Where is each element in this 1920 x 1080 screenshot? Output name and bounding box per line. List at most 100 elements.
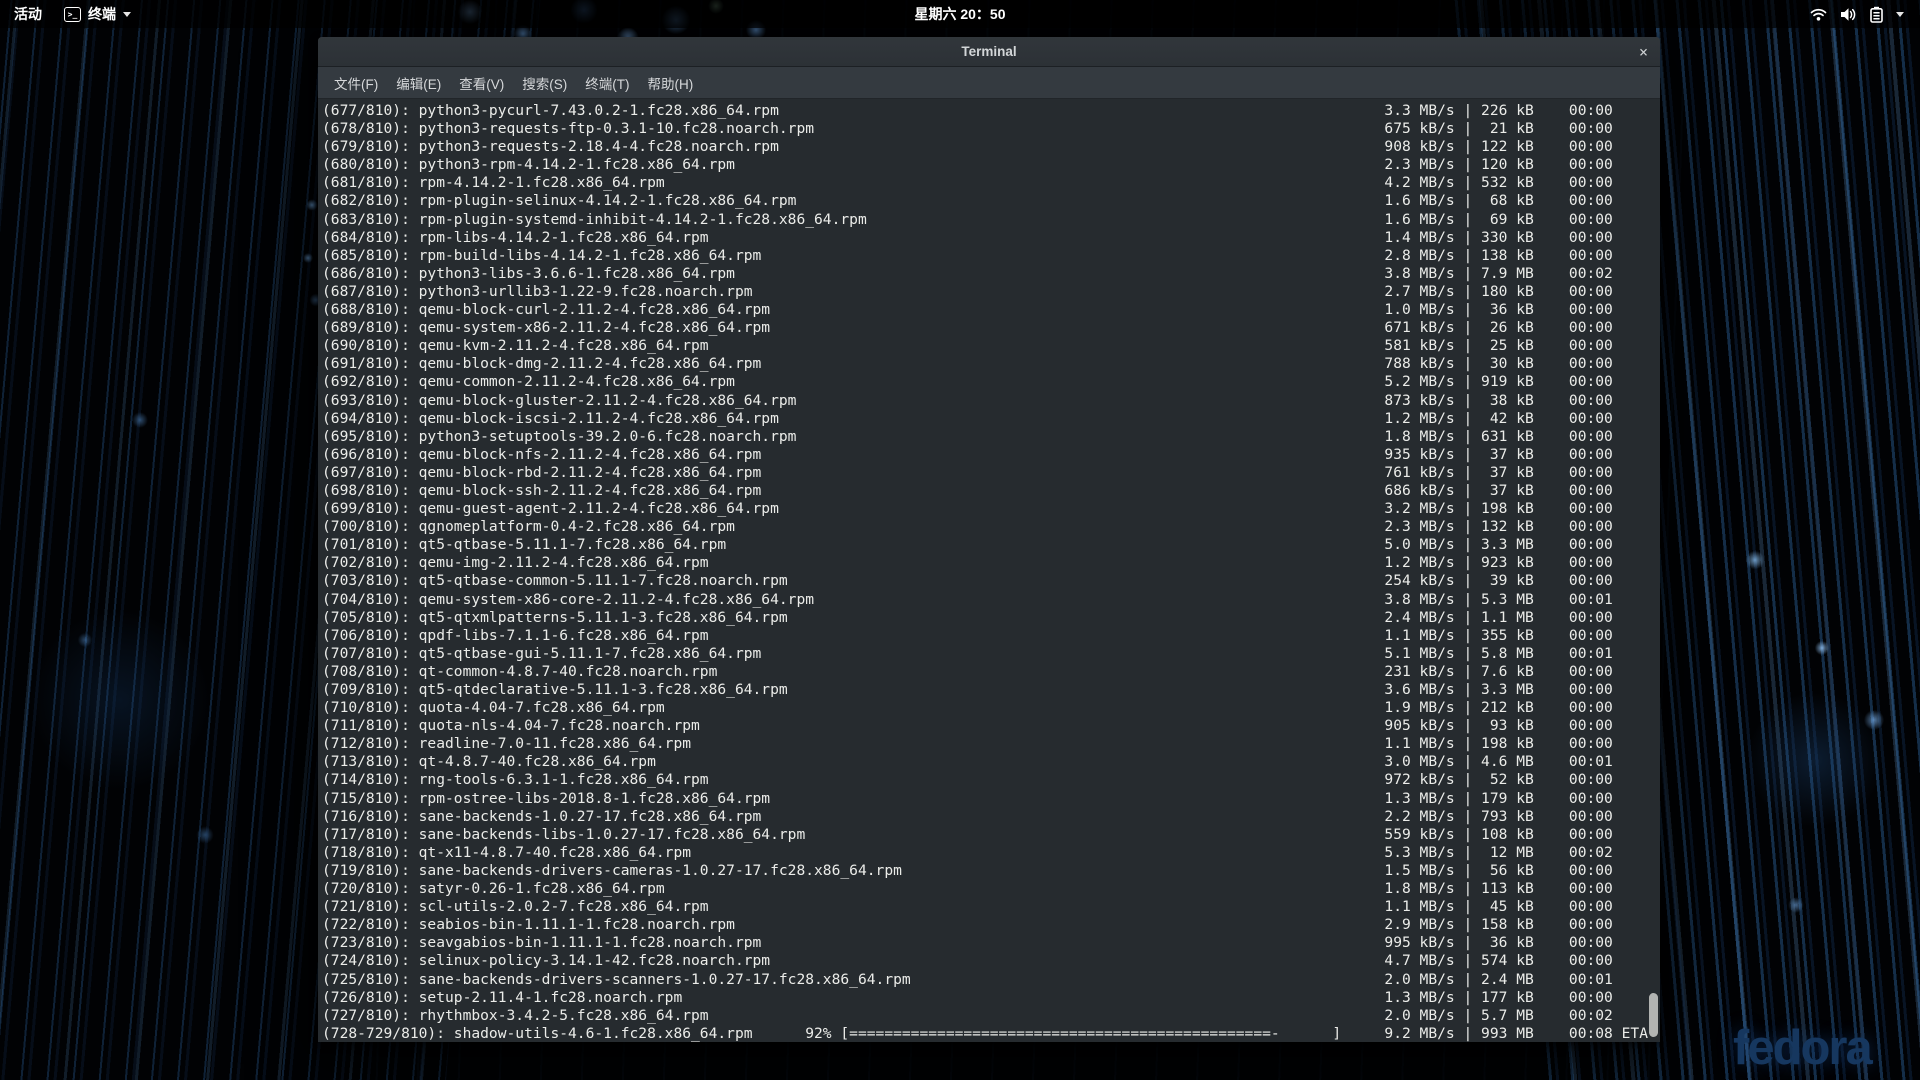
- row-package-text: (725/810): sane-backends-drivers-scanner…: [322, 971, 1384, 989]
- system-status-area[interactable]: [1810, 6, 1920, 23]
- row-package-text: (714/810): rng-tools-6.3.1-1.fc28.x86_64…: [322, 771, 1384, 789]
- menu-file[interactable]: 文件(F): [325, 67, 387, 98]
- terminal-row: (686/810): python3-libs-3.6.6-1.fc28.x86…: [322, 265, 1660, 283]
- row-package-text: (720/810): satyr-0.26-1.fc28.x86_64.rpm: [322, 880, 1384, 898]
- row-stats: 761 kB/s | 37 kB 00:00: [1384, 464, 1660, 482]
- menu-edit[interactable]: 编辑(E): [387, 67, 450, 98]
- terminal-row: (698/810): qemu-block-ssh-2.11.2-4.fc28.…: [322, 482, 1660, 500]
- terminal-row: (716/810): sane-backends-1.0.27-17.fc28.…: [322, 808, 1660, 826]
- terminal-row: (680/810): python3-rpm-4.14.2-1.fc28.x86…: [322, 156, 1660, 174]
- terminal-row: (681/810): rpm-4.14.2-1.fc28.x86_64.rpm4…: [322, 174, 1660, 192]
- close-button[interactable]: ×: [1639, 37, 1648, 66]
- fedora-logo: fedora: [1733, 1020, 1871, 1076]
- row-stats: 9.2 MB/s | 993 MB 00:08 ETA: [1384, 1025, 1660, 1042]
- row-stats: 5.0 MB/s | 3.3 MB 00:00: [1384, 536, 1660, 554]
- row-stats: 1.2 MB/s | 42 kB 00:00: [1384, 410, 1660, 428]
- terminal-row: (689/810): qemu-system-x86-2.11.2-4.fc28…: [322, 319, 1660, 337]
- terminal-row: (695/810): python3-setuptools-39.2.0-6.f…: [322, 428, 1660, 446]
- terminal-screen[interactable]: (677/810): python3-pycurl-7.43.0.2-1.fc2…: [318, 99, 1660, 1042]
- terminal-row: (700/810): qgnomeplatform-0.4-2.fc28.x86…: [322, 518, 1660, 536]
- terminal-row: (718/810): qt-x11-4.8.7-40.fc28.x86_64.r…: [322, 844, 1660, 862]
- row-stats: 686 kB/s | 37 kB 00:00: [1384, 482, 1660, 500]
- scrollbar-thumb[interactable]: [1649, 993, 1658, 1037]
- clock[interactable]: 星期六 20：50: [914, 6, 1005, 22]
- row-stats: 581 kB/s | 25 kB 00:00: [1384, 337, 1660, 355]
- terminal-row: (705/810): qt5-qtxmlpatterns-5.11.1-3.fc…: [322, 609, 1660, 627]
- row-stats: 873 kB/s | 38 kB 00:00: [1384, 392, 1660, 410]
- terminal-row: (692/810): qemu-common-2.11.2-4.fc28.x86…: [322, 373, 1660, 391]
- row-package-text: (700/810): qgnomeplatform-0.4-2.fc28.x86…: [322, 518, 1384, 536]
- row-stats: 4.7 MB/s | 574 kB 00:00: [1384, 952, 1660, 970]
- terminal-row: (726/810): setup-2.11.4-1.fc28.noarch.rp…: [322, 989, 1660, 1007]
- row-stats: 5.2 MB/s | 919 kB 00:00: [1384, 373, 1660, 391]
- terminal-row: (722/810): seabios-bin-1.11.1-1.fc28.noa…: [322, 916, 1660, 934]
- gnome-top-bar: 活动 >_ 终端 星期六 20：50: [0, 0, 1920, 28]
- row-package-text: (717/810): sane-backends-libs-1.0.27-17.…: [322, 826, 1384, 844]
- row-stats: 2.8 MB/s | 138 kB 00:00: [1384, 247, 1660, 265]
- row-stats: 1.0 MB/s | 36 kB 00:00: [1384, 301, 1660, 319]
- row-stats: 1.6 MB/s | 68 kB 00:00: [1384, 192, 1660, 210]
- row-package-text: (688/810): qemu-block-curl-2.11.2-4.fc28…: [322, 301, 1384, 319]
- row-stats: 671 kB/s | 26 kB 00:00: [1384, 319, 1660, 337]
- row-stats: 4.2 MB/s | 532 kB 00:00: [1384, 174, 1660, 192]
- row-stats: 2.3 MB/s | 120 kB 00:00: [1384, 156, 1660, 174]
- row-package-text: (711/810): quota-nls-4.04-7.fc28.noarch.…: [322, 717, 1384, 735]
- row-package-text: (689/810): qemu-system-x86-2.11.2-4.fc28…: [322, 319, 1384, 337]
- row-package-text: (727/810): rhythmbox-3.4.2-5.fc28.x86_64…: [322, 1007, 1384, 1025]
- row-package-text: (679/810): python3-requests-2.18.4-4.fc2…: [322, 138, 1384, 156]
- window-titlebar[interactable]: Terminal ×: [318, 37, 1660, 67]
- row-package-text: (715/810): rpm-ostree-libs-2018.8-1.fc28…: [322, 790, 1384, 808]
- row-package-text: (699/810): qemu-guest-agent-2.11.2-4.fc2…: [322, 500, 1384, 518]
- row-stats: 1.1 MB/s | 45 kB 00:00: [1384, 898, 1660, 916]
- row-stats: 905 kB/s | 93 kB 00:00: [1384, 717, 1660, 735]
- terminal-row: (679/810): python3-requests-2.18.4-4.fc2…: [322, 138, 1660, 156]
- terminal-row: (713/810): qt-4.8.7-40.fc28.x86_64.rpm3.…: [322, 753, 1660, 771]
- terminal-row: (677/810): python3-pycurl-7.43.0.2-1.fc2…: [322, 102, 1660, 120]
- row-stats: 1.1 MB/s | 355 kB 00:00: [1384, 627, 1660, 645]
- row-package-text: (707/810): qt5-qtbase-gui-5.11.1-7.fc28.…: [322, 645, 1384, 663]
- terminal-row: (685/810): rpm-build-libs-4.14.2-1.fc28.…: [322, 247, 1660, 265]
- menu-bar: 文件(F) 编辑(E) 查看(V) 搜索(S) 终端(T) 帮助(H): [318, 67, 1660, 99]
- row-package-text: (708/810): qt-common-4.8.7-40.fc28.noarc…: [322, 663, 1384, 681]
- row-stats: 1.3 MB/s | 179 kB 00:00: [1384, 790, 1660, 808]
- row-stats: 2.9 MB/s | 158 kB 00:00: [1384, 916, 1660, 934]
- row-stats: 1.8 MB/s | 113 kB 00:00: [1384, 880, 1660, 898]
- terminal-row: (699/810): qemu-guest-agent-2.11.2-4.fc2…: [322, 500, 1660, 518]
- row-stats: 3.8 MB/s | 7.9 MB 00:02: [1384, 265, 1660, 283]
- row-stats: 3.3 MB/s | 226 kB 00:00: [1384, 102, 1660, 120]
- terminal-row: (708/810): qt-common-4.8.7-40.fc28.noarc…: [322, 663, 1660, 681]
- menu-help[interactable]: 帮助(H): [639, 67, 703, 98]
- app-menu[interactable]: >_ 终端: [64, 4, 131, 24]
- row-stats: 2.0 MB/s | 2.4 MB 00:01: [1384, 971, 1660, 989]
- row-stats: 1.4 MB/s | 330 kB 00:00: [1384, 229, 1660, 247]
- menu-view[interactable]: 查看(V): [450, 67, 513, 98]
- terminal-row: (683/810): rpm-plugin-systemd-inhibit-4.…: [322, 211, 1660, 229]
- row-stats: 2.4 MB/s | 1.1 MB 00:00: [1384, 609, 1660, 627]
- row-stats: 231 kB/s | 7.6 kB 00:00: [1384, 663, 1660, 681]
- row-package-text: (703/810): qt5-qtbase-common-5.11.1-7.fc…: [322, 572, 1384, 590]
- row-stats: 2.7 MB/s | 180 kB 00:00: [1384, 283, 1660, 301]
- chevron-down-icon: [123, 12, 131, 17]
- row-stats: 5.1 MB/s | 5.8 MB 00:01: [1384, 645, 1660, 663]
- row-package-text: (705/810): qt5-qtxmlpatterns-5.11.1-3.fc…: [322, 609, 1384, 627]
- terminal-row: (703/810): qt5-qtbase-common-5.11.1-7.fc…: [322, 572, 1660, 590]
- row-package-text: (697/810): qemu-block-rbd-2.11.2-4.fc28.…: [322, 464, 1384, 482]
- activities-button[interactable]: 活动: [14, 4, 42, 24]
- row-stats: 908 kB/s | 122 kB 00:00: [1384, 138, 1660, 156]
- terminal-row: (701/810): qt5-qtbase-5.11.1-7.fc28.x86_…: [322, 536, 1660, 554]
- row-package-text: (713/810): qt-4.8.7-40.fc28.x86_64.rpm: [322, 753, 1384, 771]
- row-package-text: (716/810): sane-backends-1.0.27-17.fc28.…: [322, 808, 1384, 826]
- row-package-text: (680/810): python3-rpm-4.14.2-1.fc28.x86…: [322, 156, 1384, 174]
- terminal-row: (687/810): python3-urllib3-1.22-9.fc28.n…: [322, 283, 1660, 301]
- terminal-row: (694/810): qemu-block-iscsi-2.11.2-4.fc2…: [322, 410, 1660, 428]
- terminal-row: (693/810): qemu-block-gluster-2.11.2-4.f…: [322, 392, 1660, 410]
- row-package-text: (704/810): qemu-system-x86-core-2.11.2-4…: [322, 591, 1384, 609]
- row-stats: 788 kB/s | 30 kB 00:00: [1384, 355, 1660, 373]
- menu-terminal[interactable]: 终端(T): [576, 67, 638, 98]
- terminal-app-icon: >_: [64, 7, 81, 22]
- menu-search[interactable]: 搜索(S): [513, 67, 576, 98]
- row-package-text: (682/810): rpm-plugin-selinux-4.14.2-1.f…: [322, 192, 1384, 210]
- row-package-text: (677/810): python3-pycurl-7.43.0.2-1.fc2…: [322, 102, 1384, 120]
- row-stats: 935 kB/s | 37 kB 00:00: [1384, 446, 1660, 464]
- terminal-row: (709/810): qt5-qtdeclarative-5.11.1-3.fc…: [322, 681, 1660, 699]
